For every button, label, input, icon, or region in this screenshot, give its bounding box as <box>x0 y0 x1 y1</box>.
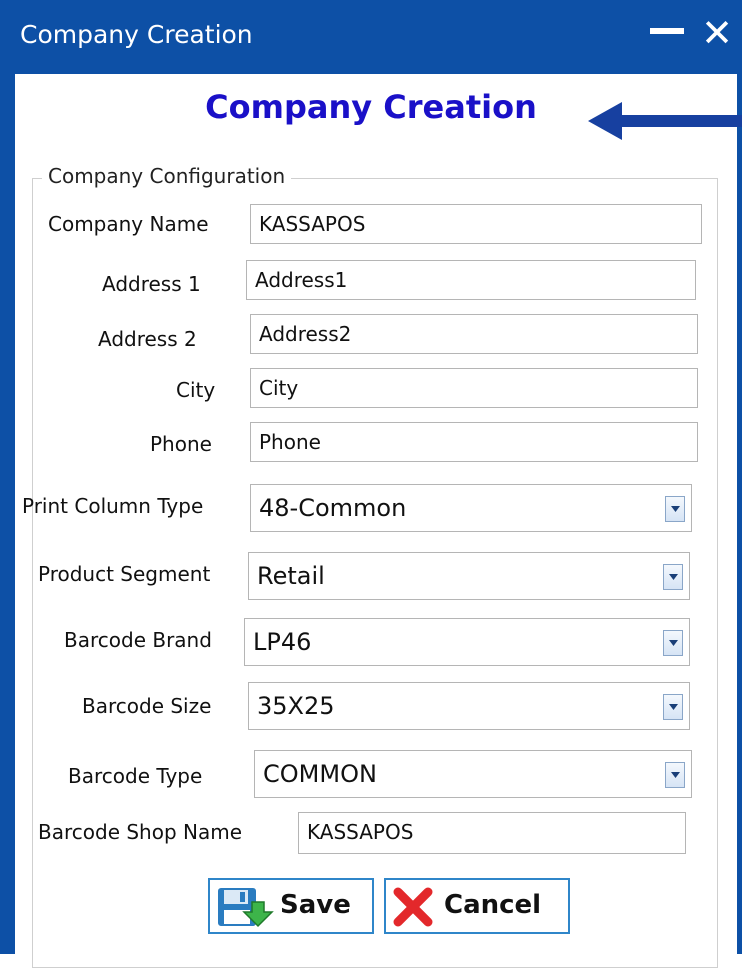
chevron-down-icon <box>669 574 678 580</box>
chevron-down-icon <box>671 506 680 512</box>
barcode-type-label: Barcode Type <box>68 764 203 788</box>
print-column-type-label: Print Column Type <box>22 494 204 518</box>
product-segment-value: Retail <box>257 562 325 590</box>
address1-input[interactable]: Address1 <box>246 260 696 300</box>
close-icon: ✕ <box>701 11 733 55</box>
barcode-size-select[interactable]: 35X25 <box>248 682 690 730</box>
barcode-type-value: COMMON <box>263 760 377 788</box>
barcode-size-value: 35X25 <box>257 692 335 720</box>
barcode-brand-label: Barcode Brand <box>64 628 212 652</box>
barcode-shop-name-label: Barcode Shop Name <box>38 820 243 844</box>
window-title: Company Creation <box>20 20 253 49</box>
phone-label: Phone <box>150 432 212 456</box>
chevron-down-icon <box>669 704 678 710</box>
address2-input[interactable]: Address2 <box>250 314 698 354</box>
city-label: City <box>176 378 216 402</box>
address2-label: Address 2 <box>98 327 197 351</box>
arrow-left-icon <box>588 102 742 140</box>
barcode-brand-value: LP46 <box>253 628 312 656</box>
phone-input[interactable]: Phone <box>250 422 698 462</box>
cancel-button[interactable]: Cancel <box>384 878 570 934</box>
floppy-disk-icon <box>218 888 274 928</box>
save-label: Save <box>280 890 351 920</box>
product-segment-label: Product Segment <box>38 562 211 586</box>
company-name-label: Company Name <box>48 212 209 236</box>
barcode-size-label: Barcode Size <box>82 694 212 718</box>
cancel-label: Cancel <box>444 890 542 920</box>
address1-label: Address 1 <box>102 272 201 296</box>
title-bar: Company Creation ✕ <box>0 0 742 74</box>
dropdown-button[interactable] <box>663 694 683 720</box>
save-button[interactable]: Save <box>208 878 374 934</box>
dropdown-button[interactable] <box>665 496 685 522</box>
dropdown-button[interactable] <box>663 564 683 590</box>
city-input[interactable]: City <box>250 368 698 408</box>
barcode-type-select[interactable]: COMMON <box>254 750 692 798</box>
barcode-brand-select[interactable]: LP46 <box>244 618 690 666</box>
chevron-down-icon <box>669 640 678 646</box>
print-column-type-value: 48-Common <box>259 494 407 522</box>
product-segment-select[interactable]: Retail <box>248 552 690 600</box>
minimize-button[interactable] <box>650 28 684 34</box>
dropdown-button[interactable] <box>665 762 685 788</box>
company-name-input[interactable]: KASSAPOS <box>250 204 702 244</box>
dropdown-button[interactable] <box>663 630 683 656</box>
group-title: Company Configuration <box>42 164 292 188</box>
close-button[interactable]: ✕ <box>700 14 734 52</box>
barcode-shop-name-input[interactable]: KASSAPOS <box>298 812 686 854</box>
print-column-type-select[interactable]: 48-Common <box>250 484 692 532</box>
chevron-down-icon <box>671 772 680 778</box>
red-x-icon <box>393 887 433 927</box>
